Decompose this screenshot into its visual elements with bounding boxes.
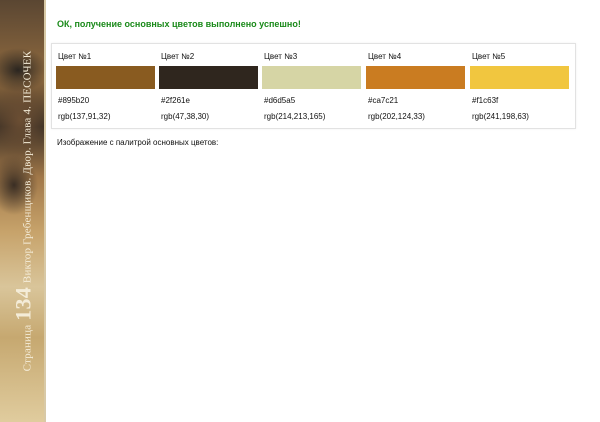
- color-title: Цвет №1: [58, 52, 92, 61]
- color-title: Цвет №3: [264, 52, 298, 61]
- color-rgb: rgb(202,124,33): [368, 112, 425, 121]
- side-page-label: Страница: [21, 324, 33, 372]
- color-swatch: [470, 66, 569, 89]
- color-swatch: [159, 66, 258, 89]
- color-rgb: rgb(214,213,165): [264, 112, 326, 121]
- color-hex: #ca7c21: [368, 96, 399, 105]
- side-caption: Страница 134 Виктор Гребенщиков. Двор. Г…: [0, 0, 46, 422]
- color-title: Цвет №5: [472, 52, 506, 61]
- color-title: Цвет №4: [368, 52, 402, 61]
- color-rgb: rgb(47,38,30): [161, 112, 210, 121]
- color-hex: #d6d5a5: [264, 96, 296, 105]
- color-hex: #2f261e: [161, 96, 190, 105]
- color-rgb: rgb(241,198,63): [472, 112, 529, 121]
- palette-image-caption: Изображение с палитрой основных цветов:: [57, 138, 219, 147]
- color-hex: #895b20: [58, 96, 90, 105]
- color-swatch: [56, 66, 155, 89]
- color-hex: #f1c63f: [472, 96, 499, 105]
- color-title: Цвет №2: [161, 52, 195, 61]
- color-swatch: [262, 66, 361, 89]
- color-rgb: rgb(137,91,32): [58, 112, 111, 121]
- palette-panel: Цвет №1 #895b20 rgb(137,91,32) Цвет №2 #…: [51, 43, 576, 129]
- side-book-caption: Виктор Гребенщиков. Двор. Глава 4. ПЕСОЧ…: [21, 50, 33, 284]
- status-message: ОК, получение основных цветов выполнено …: [57, 19, 301, 29]
- color-swatch: [366, 66, 465, 89]
- side-page-number: 134: [10, 287, 35, 321]
